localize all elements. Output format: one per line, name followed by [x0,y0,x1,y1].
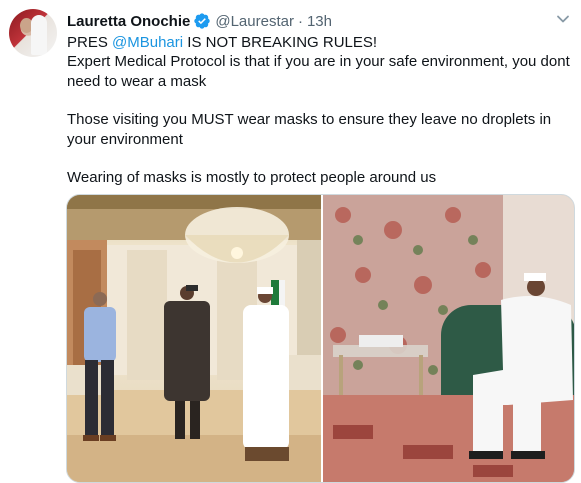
author-name[interactable]: Lauretta Onochie [67,13,190,30]
tweet-text: PRES @MBuhari IS NOT BREAKING RULES! Exp… [67,33,572,187]
tweet-timestamp[interactable]: 13h [307,13,332,30]
tweet-media[interactable] [66,194,575,483]
tweet-line-3: Those visiting you MUST wear masks to en… [67,111,552,148]
photo-left[interactable] [67,195,321,482]
header-separator: · [297,12,303,30]
line-1-suffix: IS NOT BREAKING RULES! [183,34,378,51]
photo-right[interactable] [323,195,574,482]
avatar[interactable] [9,9,57,57]
chevron-down-icon[interactable] [556,12,570,26]
tweet-line-4: Wearing of masks is mostly to protect pe… [67,169,437,187]
tweet-header: Lauretta Onochie @Laurestar · 13h [67,11,332,31]
author-handle[interactable]: @Laurestar [215,13,294,30]
tweet-line-2: Expert Medical Protocol is that if you a… [67,53,570,90]
tweet-line-1: PRES @MBuhari IS NOT BREAKING RULES! [67,33,572,52]
avatar-figure [31,15,47,55]
line-1-prefix: PRES [67,34,113,51]
photo-right-scene [323,195,574,482]
tweet-card[interactable]: Lauretta Onochie @Laurestar · 13h PRES @… [0,0,581,483]
photo-left-scene [67,195,321,482]
verified-badge-icon [193,12,211,30]
mention-link[interactable]: @MBuhari [112,34,183,51]
